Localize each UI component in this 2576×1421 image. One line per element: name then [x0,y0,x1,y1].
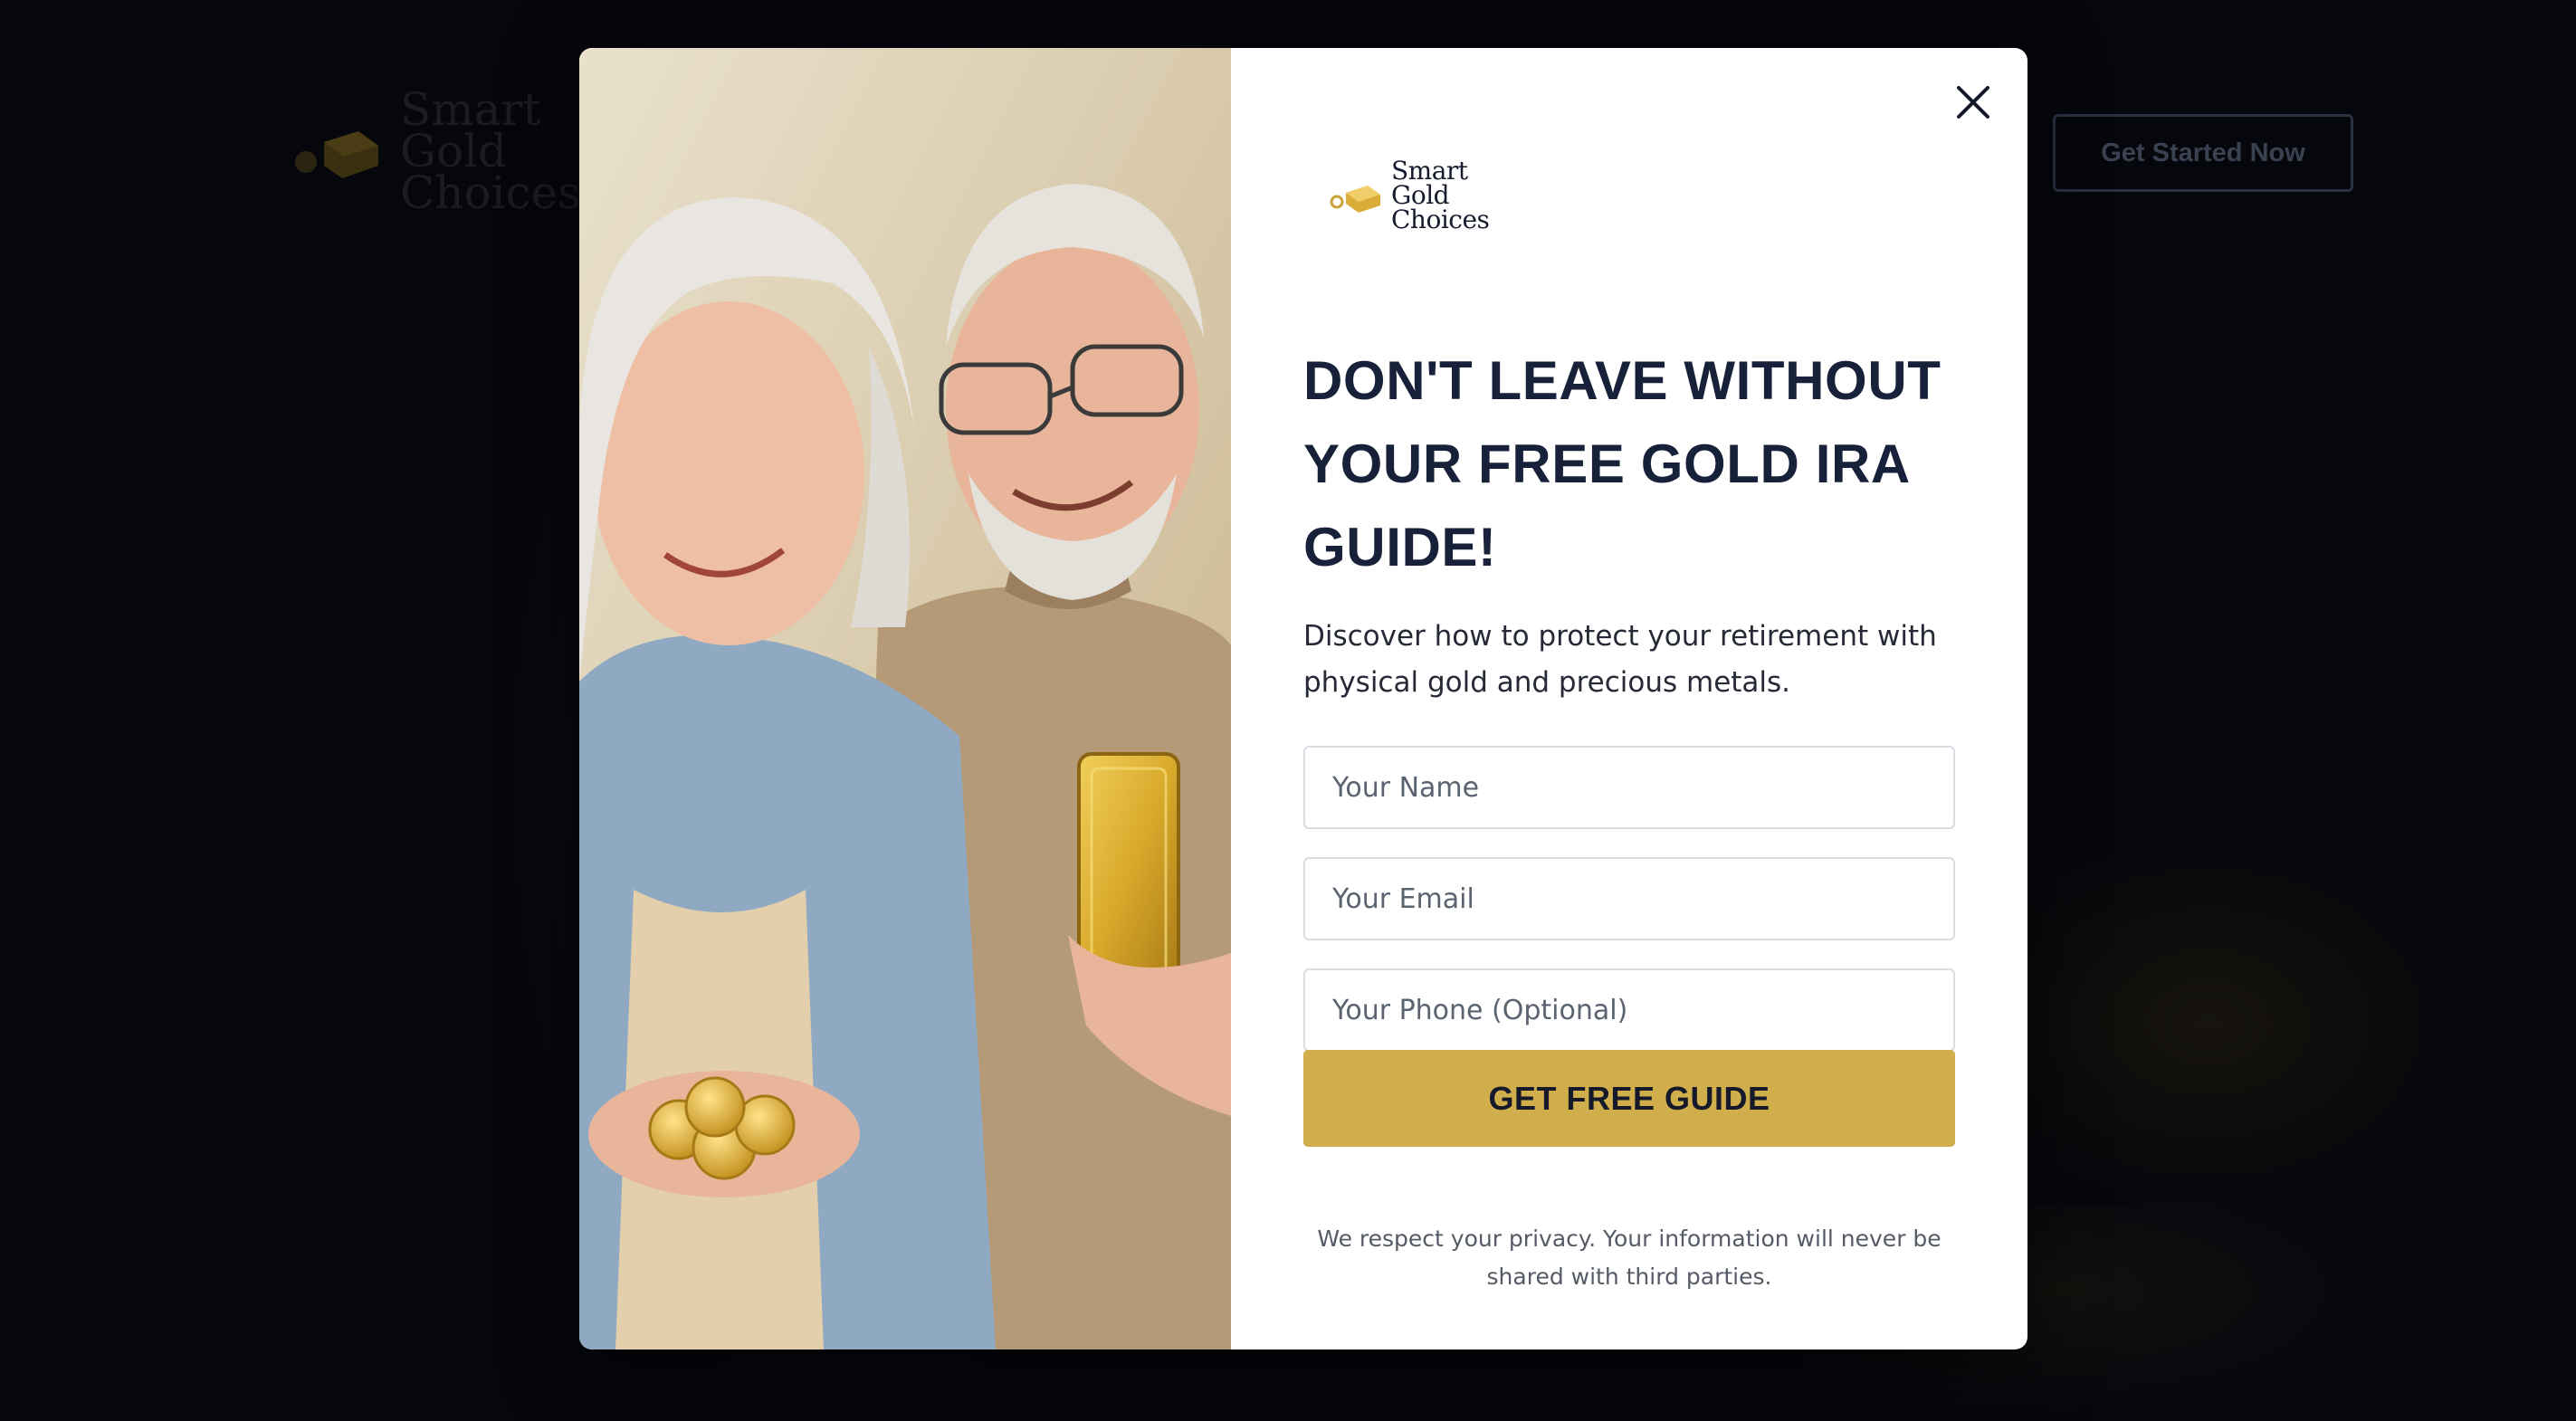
privacy-note: We respect your privacy. Your informatio… [1317,1225,1942,1290]
brand-name: Smart Gold Choices [1391,156,1490,234]
photo-illustration [579,48,1231,1349]
name-input[interactable] [1303,746,1955,829]
get-started-button[interactable]: Get Started Now [2053,114,2353,192]
background-logo-text: Smart Gold Choices [400,83,581,219]
modal-content: Smart Gold Choices DON'T LEAVE WITHOUT Y… [1231,48,2027,1349]
brand-logo: Smart Gold Choices [1328,156,1490,234]
get-free-guide-button[interactable]: GET FREE GUIDE [1303,1050,1955,1147]
close-icon [1957,86,1989,119]
phone-input[interactable] [1303,968,1955,1052]
gold-bar-icon [295,131,378,178]
close-button[interactable] [1948,77,1999,128]
background-logo: Smart Gold Choices [288,83,581,219]
lead-capture-modal: Smart Gold Choices DON'T LEAVE WITHOUT Y… [579,48,2027,1349]
couple-with-gold-image [579,48,1231,1349]
email-input[interactable] [1303,857,1955,940]
modal-headline: DON'T LEAVE WITHOUT YOUR FREE GOLD IRA G… [1303,350,1942,577]
gold-bar-icon [1330,185,1380,213]
modal-subheadline: Discover how to protect your retirement … [1303,620,1937,699]
